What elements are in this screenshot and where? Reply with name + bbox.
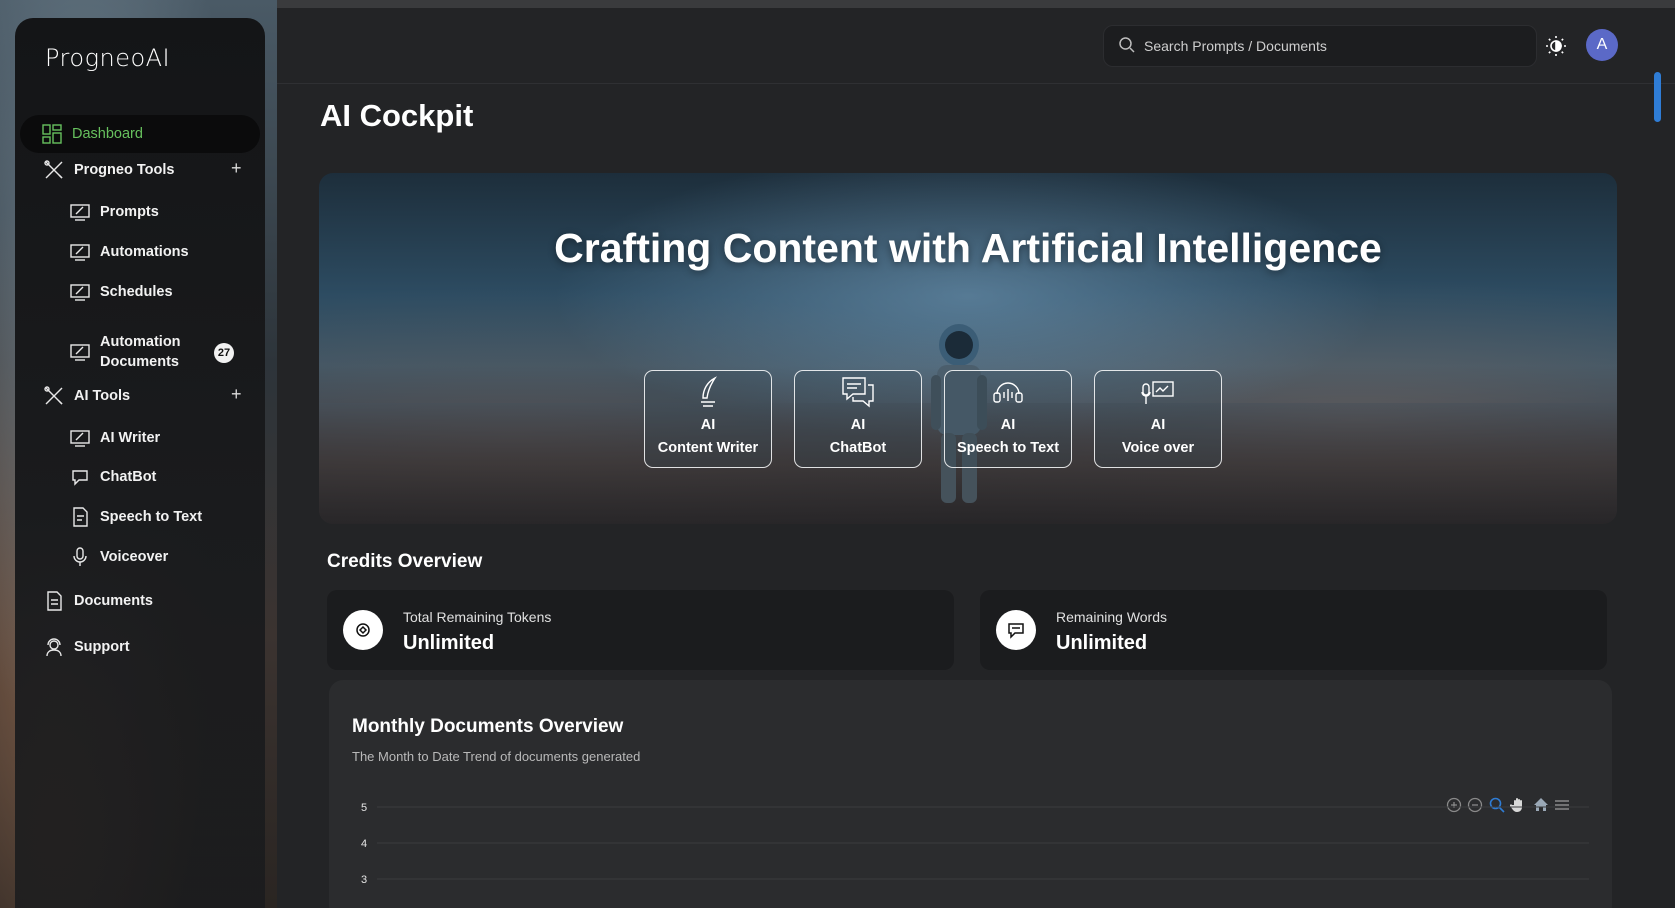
hero-banner: Crafting Content with Artificial Intelli… (319, 173, 1617, 524)
microphone-icon (69, 546, 91, 568)
sidebar-item-label: Automations (100, 244, 189, 260)
sidebar-item-label: Dashboard (72, 126, 143, 142)
sidebar-item-label: Speech to Text (100, 509, 203, 525)
sidebar-item-voiceover[interactable]: Voiceover (69, 546, 168, 568)
y-tick-label: 5 (361, 802, 367, 814)
sidebar-item-dashboard[interactable]: Dashboard (20, 115, 260, 153)
tool-card-label-line-1: AI (1000, 417, 1016, 434)
sidebar-item-label: AI Tools (74, 388, 131, 404)
line-chart-plot: 5 4 3 (361, 802, 1589, 886)
monitor-pen-icon (69, 427, 91, 449)
credit-card-tokens: Total Remaining Tokens Unlimited (327, 590, 954, 670)
sidebar-item-documents[interactable]: Documents (43, 590, 153, 612)
page-title: AI Cockpit (320, 98, 474, 133)
document-icon (43, 590, 65, 612)
tool-card-label-line-1: AI (1150, 417, 1166, 434)
y-tick-label: 3 (361, 874, 367, 886)
sidebar-item-ai-tools[interactable]: AI Tools (43, 385, 130, 407)
chat-bubbles-icon (842, 377, 874, 408)
sidebar-item-label: Automation Documents (100, 332, 181, 373)
scrollbar-thumb[interactable] (1654, 72, 1661, 122)
app-logo[interactable]: ProgneoAI (45, 44, 170, 72)
sidebar-item-label: Schedules (100, 284, 173, 300)
label-line-2: Documents (100, 354, 179, 371)
y-tick-label: 4 (361, 838, 367, 850)
tool-card-label-line-1: AI (850, 417, 866, 434)
search-input[interactable]: Search Prompts / Documents (1103, 25, 1537, 67)
monitor-pen-icon (69, 341, 91, 363)
document-audio-icon (69, 506, 91, 528)
expand-progneo-tools-button[interactable]: + (231, 158, 242, 179)
credit-label: Total Remaining Tokens (403, 609, 552, 625)
monthly-documents-chart-card: Monthly Documents Overview The Month to … (329, 680, 1612, 908)
main-content: Search Prompts / Documents A AI Cockpit … (277, 8, 1675, 908)
monitor-pen-icon (69, 281, 91, 303)
tool-card-ai-content-writer[interactable]: AI Content Writer (644, 370, 772, 468)
sidebar-item-label: ChatBot (100, 469, 157, 485)
tool-card-ai-voice-over[interactable]: AI Voice over (1094, 370, 1222, 468)
sidebar-item-ai-writer[interactable]: AI Writer (69, 427, 160, 449)
sidebar-item-label: Support (74, 639, 130, 655)
tools-icon (43, 159, 65, 181)
hero-title: Crafting Content with Artificial Intelli… (554, 225, 1382, 271)
token-icon (343, 610, 383, 650)
grid-icon (41, 123, 63, 145)
mic-presentation-icon (1141, 381, 1174, 405)
credit-value: Unlimited (403, 632, 495, 654)
sidebar-item-prompts[interactable]: Prompts (69, 201, 159, 223)
quill-pen-icon (701, 376, 718, 407)
sidebar-item-progneo-tools[interactable]: Progneo Tools (43, 159, 174, 181)
credit-card-words: Remaining Words Unlimited (980, 590, 1607, 670)
tool-card-label-line-2: Speech to Text (956, 439, 1060, 456)
tools-icon (43, 385, 65, 407)
sidebar-item-schedules[interactable]: Schedules (69, 281, 173, 303)
sidebar: ProgneoAI Dashboard Progneo Tools + Prom… (15, 18, 265, 908)
search-icon (1118, 36, 1136, 57)
label-line-1: Automation (100, 334, 181, 350)
automation-documents-count-badge: 27 (214, 343, 234, 363)
monitor-pen-icon (69, 201, 91, 223)
sidebar-item-label: Progneo Tools (74, 162, 175, 178)
tool-card-ai-chatbot[interactable]: AI ChatBot (794, 370, 922, 468)
credits-overview-title: Credits Overview (327, 551, 483, 572)
sidebar-item-label: Prompts (100, 204, 159, 220)
monitor-pen-icon (69, 241, 91, 263)
theme-toggle-icon[interactable] (1544, 34, 1568, 58)
tool-card-label-line-2: ChatBot (829, 439, 887, 456)
sidebar-item-chatbot[interactable]: ChatBot (69, 466, 156, 488)
sidebar-item-automation-documents[interactable]: Automation Documents (69, 332, 181, 373)
chat-bubble-icon (69, 466, 91, 488)
speech-bubble-icon (996, 610, 1036, 650)
support-agent-icon (43, 636, 65, 658)
sidebar-item-label: Documents (74, 593, 153, 609)
tool-card-ai-speech-to-text[interactable]: AI Speech to Text (944, 370, 1072, 468)
tool-card-label-line-2: Content Writer (657, 439, 759, 456)
tool-card-label-line-2: Voice over (1121, 439, 1195, 456)
sidebar-item-label: AI Writer (100, 430, 161, 446)
headset-speech-icon (993, 382, 1023, 403)
search-placeholder: Search Prompts / Documents (1144, 38, 1327, 54)
sidebar-item-support[interactable]: Support (43, 636, 130, 658)
user-avatar[interactable]: A (1586, 29, 1618, 61)
credit-value: Unlimited (1056, 632, 1148, 654)
header-divider (277, 83, 1675, 84)
tool-card-label-line-1: AI (700, 417, 716, 434)
expand-ai-tools-button[interactable]: + (231, 384, 242, 405)
sidebar-item-automations[interactable]: Automations (69, 241, 189, 263)
credit-label: Remaining Words (1056, 609, 1168, 625)
sidebar-item-label: Voiceover (100, 549, 169, 565)
sidebar-item-speech-to-text[interactable]: Speech to Text (69, 506, 202, 528)
